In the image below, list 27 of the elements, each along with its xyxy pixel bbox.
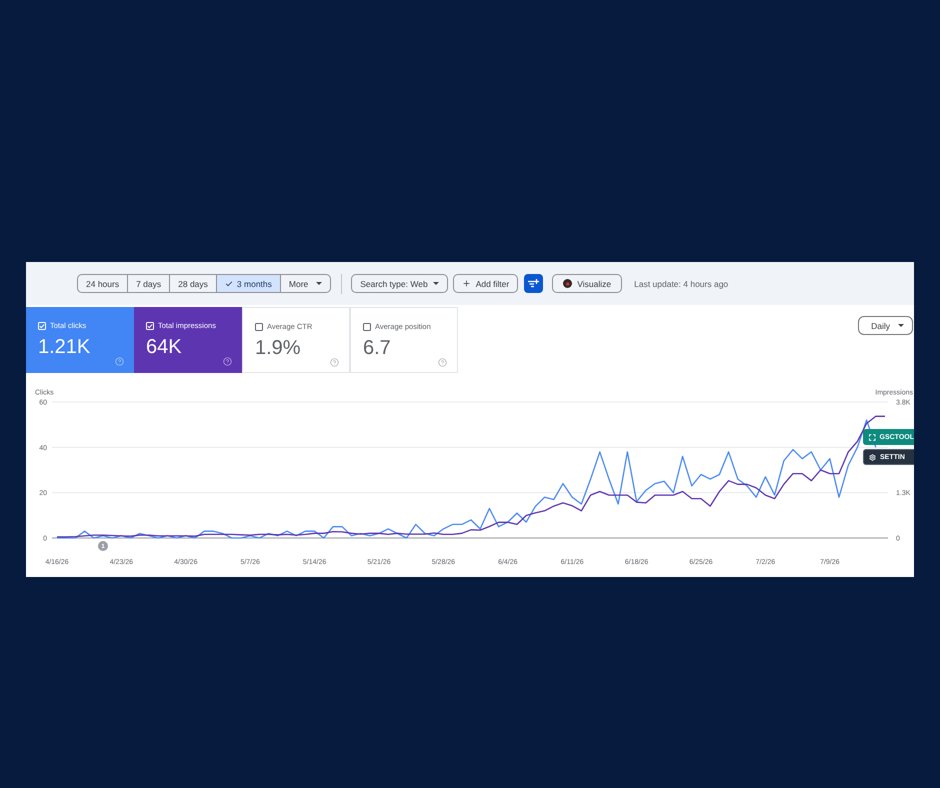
dot-icon [563,279,572,288]
help-icon[interactable] [438,358,447,367]
add-filter-button[interactable]: Add filter [452,274,518,293]
more-dropdown[interactable]: More [280,275,330,292]
checkbox-icon[interactable] [363,322,371,330]
granularity-dropdown[interactable]: Daily [858,316,913,335]
check-icon [224,280,233,288]
filter-button[interactable] [524,274,544,293]
date-range-tab[interactable]: 7 days [127,275,170,292]
help-icon[interactable] [330,358,339,367]
caret-icon [898,324,904,327]
caret-icon [316,282,322,285]
metric-value: 1.21K [38,337,90,357]
caret-icon [432,282,439,285]
plus-icon [462,279,471,288]
metric-value: 1.9% [255,338,301,358]
last-update-text: Last update: 4 hours ago [634,278,728,288]
checkbox-icon[interactable] [255,322,263,330]
scan-corners-icon [869,434,876,440]
search-type-dropdown[interactable]: Search type: Web [351,274,448,293]
metric-value: 6.7 [363,338,391,358]
visualize-button[interactable]: Visualize [552,274,622,293]
metric-value: 64K [146,337,182,357]
date-range-tab[interactable]: 24 hours [78,275,128,292]
filter-icon [528,279,540,288]
date-range-tab[interactable]: 3 months [216,275,280,292]
settings-icon [869,454,876,460]
